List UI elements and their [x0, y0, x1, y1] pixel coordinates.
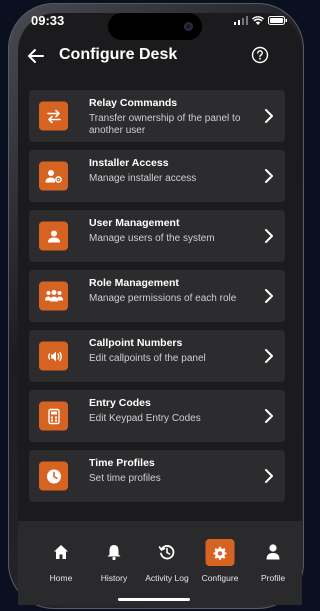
speaker-icon	[39, 341, 68, 371]
camera-icon	[184, 22, 193, 31]
nav-label: Activity Log	[145, 573, 189, 583]
chevron-right-icon	[265, 469, 273, 483]
home-icon	[54, 545, 68, 559]
menu-item-relay-commands[interactable]: Relay Commands Transfer ownership of the…	[29, 90, 285, 142]
home-indicator	[118, 598, 190, 601]
user-gear-icon	[39, 161, 68, 191]
menu-item-title: Role Management	[89, 277, 179, 289]
menu-item-subtitle: Manage users of the system	[89, 233, 215, 244]
users-group-icon	[39, 281, 68, 311]
wifi-icon	[252, 16, 264, 25]
status-icons	[234, 16, 288, 25]
nav-label: History	[100, 573, 128, 583]
chevron-right-icon	[265, 109, 273, 123]
page-title: Configure Desk	[59, 46, 178, 63]
nav-item-profile[interactable]: Profile	[245, 521, 301, 605]
menu-item-role-management[interactable]: Role Management Manage permissions of ea…	[29, 270, 285, 322]
menu-item-subtitle: Edit Keypad Entry Codes	[89, 413, 201, 424]
gear-icon	[205, 539, 235, 566]
bell-icon	[107, 545, 121, 561]
nav-label: Home	[49, 573, 73, 583]
menu-item-subtitle: Set time profiles	[89, 473, 161, 484]
transfer-arrows-icon	[39, 101, 68, 131]
chevron-right-icon	[265, 409, 273, 423]
dynamic-island	[108, 13, 202, 40]
menu-item-title: Relay Commands	[89, 97, 178, 109]
keypad-icon	[39, 401, 68, 431]
nav-label: Configure	[201, 573, 239, 583]
menu-item-subtitle: Transfer ownership of the panel to anoth…	[89, 113, 241, 136]
chevron-right-icon	[265, 289, 273, 303]
menu-item-subtitle: Manage installer access	[89, 173, 197, 184]
back-arrow-icon[interactable]	[26, 46, 46, 66]
signal-icon	[234, 16, 248, 25]
menu-item-title: Callpoint Numbers	[89, 337, 183, 349]
menu-item-title: Installer Access	[89, 157, 169, 169]
clock-icon	[39, 461, 68, 491]
menu-item-subtitle: Edit callpoints of the panel	[89, 353, 206, 364]
menu-item-callpoint-numbers[interactable]: Callpoint Numbers Edit callpoints of the…	[29, 330, 285, 382]
profile-icon	[266, 544, 280, 560]
nav-item-activity-log[interactable]: Activity Log	[139, 521, 195, 605]
nav-item-configure[interactable]: Configure	[192, 521, 248, 605]
menu-item-title: Entry Codes	[89, 397, 151, 409]
bottom-nav: Home History Activity Log Configure Prof…	[18, 521, 302, 605]
menu-item-time-profiles[interactable]: Time Profiles Set time profiles	[29, 450, 285, 502]
menu-item-title: Time Profiles	[89, 457, 155, 469]
chevron-right-icon	[265, 349, 273, 363]
menu-item-subtitle: Manage permissions of each role	[89, 293, 237, 304]
chevron-right-icon	[265, 229, 273, 243]
help-icon[interactable]	[251, 46, 269, 64]
battery-icon	[268, 16, 287, 25]
chevron-right-icon	[265, 169, 273, 183]
menu-item-entry-codes[interactable]: Entry Codes Edit Keypad Entry Codes	[29, 390, 285, 442]
menu-item-title: User Management	[89, 217, 180, 229]
nav-item-history[interactable]: History	[86, 521, 142, 605]
nav-label: Profile	[260, 573, 286, 583]
menu-item-installer-access[interactable]: Installer Access Manage installer access	[29, 150, 285, 202]
history-icon	[158, 545, 175, 560]
menu-item-user-management[interactable]: User Management Manage users of the syst…	[29, 210, 285, 262]
status-time: 09:33	[31, 13, 65, 28]
user-icon	[39, 221, 68, 251]
nav-item-home[interactable]: Home	[33, 521, 89, 605]
